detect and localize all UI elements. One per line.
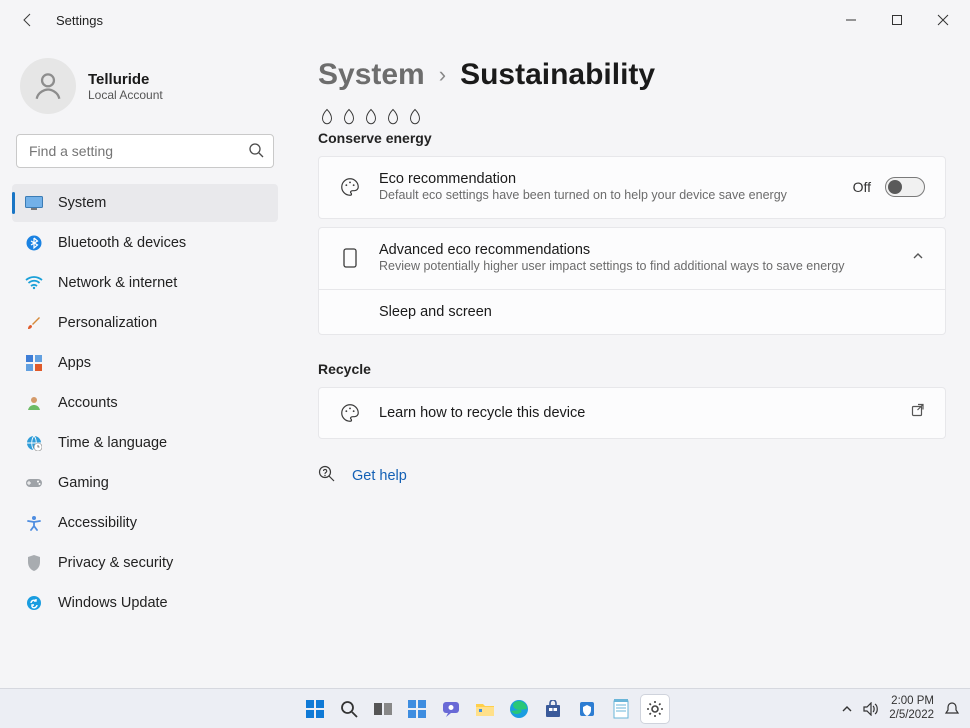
search-icon xyxy=(248,142,264,163)
eco-rec-desc: Default eco settings have been turned on… xyxy=(379,187,819,204)
search-input[interactable] xyxy=(16,134,274,168)
nav-item-system[interactable]: System xyxy=(12,184,278,222)
nav-label: Windows Update xyxy=(58,595,168,611)
nav-label: System xyxy=(58,195,106,211)
account-name: Telluride xyxy=(88,71,163,88)
adv-eco-title: Advanced eco recommendations xyxy=(379,242,911,258)
section-conserve-label: Conserve energy xyxy=(318,130,946,146)
explorer-button[interactable] xyxy=(471,695,499,723)
nav-label: Bluetooth & devices xyxy=(58,235,186,251)
nav-label: Privacy & security xyxy=(58,555,173,571)
widgets-button[interactable] xyxy=(403,695,431,723)
nav-item-accessibility[interactable]: Accessibility xyxy=(12,504,278,542)
avatar xyxy=(20,58,76,114)
get-help-link[interactable]: Get help xyxy=(352,468,407,484)
search-button[interactable] xyxy=(335,695,363,723)
nav-item-accounts[interactable]: Accounts xyxy=(12,384,278,422)
recycle-row[interactable]: Learn how to recycle this device xyxy=(319,388,945,438)
eco-recommendation-row: Eco recommendation Default eco settings … xyxy=(319,157,945,218)
account-block[interactable]: Telluride Local Account xyxy=(12,52,278,128)
nav-label: Network & internet xyxy=(58,275,177,291)
update-icon xyxy=(24,595,44,611)
back-button[interactable] xyxy=(12,4,44,36)
paintbrush-icon xyxy=(24,315,44,331)
tray-time: 2:00 PM xyxy=(889,695,934,709)
notepad-button[interactable] xyxy=(607,695,635,723)
adv-eco-desc: Review potentially higher user impact se… xyxy=(379,258,911,275)
close-button[interactable] xyxy=(920,4,966,36)
maximize-button[interactable] xyxy=(874,4,920,36)
section-recycle-label: Recycle xyxy=(318,361,946,377)
settings-button[interactable] xyxy=(641,695,669,723)
start-button[interactable] xyxy=(301,695,329,723)
eco-rec-toggle[interactable] xyxy=(885,177,925,197)
nav-label: Apps xyxy=(58,355,91,371)
globe-icon xyxy=(24,435,44,451)
help-icon xyxy=(318,465,336,488)
display-icon xyxy=(24,196,44,210)
task-view-button[interactable] xyxy=(369,695,397,723)
app-security-button[interactable] xyxy=(573,695,601,723)
store-button[interactable] xyxy=(539,695,567,723)
shield-icon xyxy=(24,555,44,571)
bluetooth-icon xyxy=(24,235,44,251)
account-type: Local Account xyxy=(88,88,163,102)
external-link-icon xyxy=(911,403,925,422)
gamepad-icon xyxy=(24,477,44,489)
nav-item-gaming[interactable]: Gaming xyxy=(12,464,278,502)
nav-label: Accounts xyxy=(58,395,118,411)
window-title: Settings xyxy=(56,13,103,28)
nav-item-time[interactable]: Time & language xyxy=(12,424,278,462)
device-icon xyxy=(339,248,361,268)
minimize-button[interactable] xyxy=(828,4,874,36)
edge-button[interactable] xyxy=(505,695,533,723)
chevron-right-icon: › xyxy=(439,62,446,88)
sleep-screen-label: Sleep and screen xyxy=(379,304,492,320)
nav-item-network[interactable]: Network & internet xyxy=(12,264,278,302)
nav-item-apps[interactable]: Apps xyxy=(12,344,278,382)
nav-item-update[interactable]: Windows Update xyxy=(12,584,278,622)
page-title: Sustainability xyxy=(460,58,655,92)
advanced-eco-row[interactable]: Advanced eco recommendations Review pote… xyxy=(319,228,945,290)
person-icon xyxy=(24,395,44,411)
nav-item-privacy[interactable]: Privacy & security xyxy=(12,544,278,582)
nav-item-personalization[interactable]: Personalization xyxy=(12,304,278,342)
nav-label: Gaming xyxy=(58,475,109,491)
sleep-and-screen-row[interactable]: Sleep and screen xyxy=(319,290,945,334)
toggle-state-label: Off xyxy=(853,179,871,195)
recycle-title: Learn how to recycle this device xyxy=(379,405,911,421)
tray-date: 2/5/2022 xyxy=(889,709,934,723)
eco-rating-leaves xyxy=(318,108,946,126)
accessibility-icon xyxy=(24,515,44,531)
tray-volume-icon[interactable] xyxy=(863,702,879,716)
wifi-icon xyxy=(24,276,44,290)
chevron-up-icon xyxy=(911,249,925,268)
palette-icon xyxy=(339,402,361,424)
palette-icon xyxy=(339,176,361,198)
breadcrumb-parent[interactable]: System xyxy=(318,58,425,92)
tray-chevron-icon[interactable] xyxy=(841,703,853,715)
eco-rec-title: Eco recommendation xyxy=(379,171,853,187)
nav-item-bluetooth[interactable]: Bluetooth & devices xyxy=(12,224,278,262)
nav-label: Accessibility xyxy=(58,515,137,531)
nav-label: Time & language xyxy=(58,435,167,451)
breadcrumb: System › Sustainability xyxy=(318,58,946,92)
tray-clock[interactable]: 2:00 PM 2/5/2022 xyxy=(889,695,934,723)
nav-label: Personalization xyxy=(58,315,157,331)
chat-button[interactable] xyxy=(437,695,465,723)
tray-notifications-icon[interactable] xyxy=(944,701,960,717)
apps-icon xyxy=(24,355,44,371)
